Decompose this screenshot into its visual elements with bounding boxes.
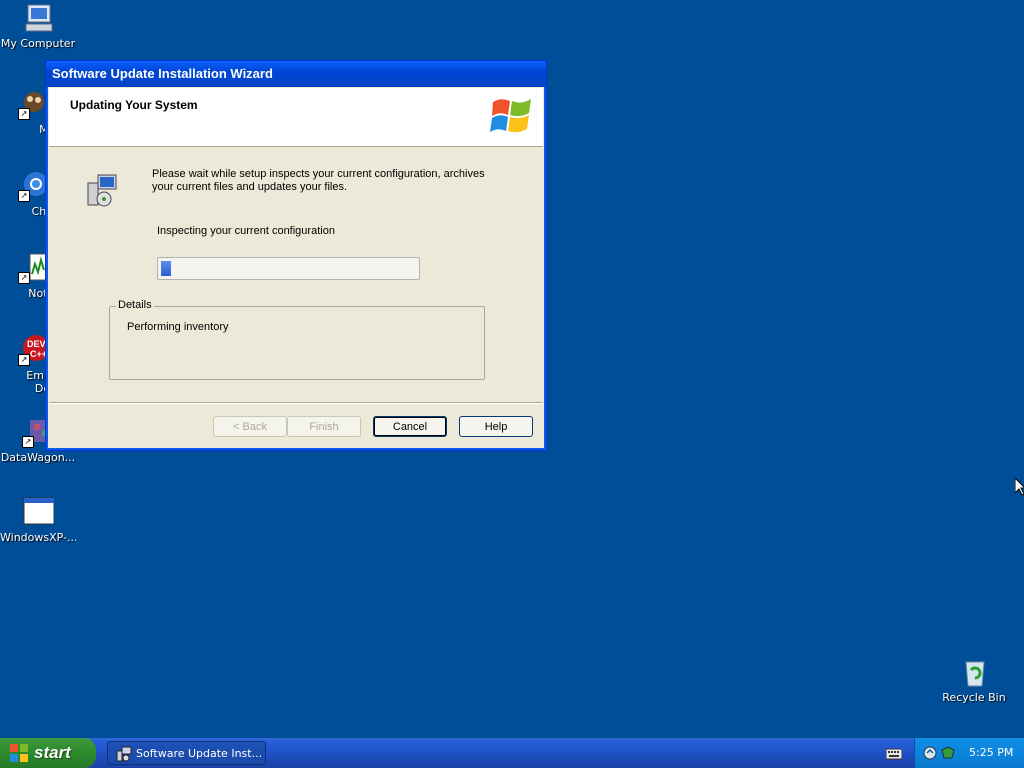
taskbar-item-wizard[interactable]: Software Update Inst... (107, 741, 266, 765)
system-tray: 5:25 PM (914, 738, 1024, 768)
finish-button[interactable]: Finish (287, 416, 361, 437)
desktop-icon-label: DataWagon... (0, 451, 76, 464)
mouse-cursor-icon (1015, 478, 1024, 496)
setup-computer-icon (116, 746, 132, 762)
desktop-icon-label: My Computer (0, 37, 76, 50)
windows-flag-icon (10, 744, 28, 762)
recycle-bin-icon (958, 656, 990, 688)
my-computer-icon (22, 2, 54, 34)
shortcut-arrow-icon: ↗ (18, 108, 30, 120)
wizard-message: Please wait while setup inspects your cu… (152, 168, 485, 193)
shortcut-arrow-icon: ↗ (18, 354, 30, 366)
progress-fill (161, 261, 171, 276)
progress-bar (157, 257, 420, 280)
network-icon[interactable] (923, 746, 937, 760)
start-label: start (34, 743, 71, 762)
details-text: Performing inventory (127, 321, 229, 333)
security-icon[interactable] (941, 746, 955, 760)
desktop-icon-label: WindowsXP-... (0, 531, 76, 544)
wizard-body: Please wait while setup inspects your cu… (49, 147, 543, 401)
clock[interactable]: 5:25 PM (969, 738, 1013, 768)
help-button[interactable]: Help (459, 416, 533, 437)
start-button[interactable]: start (0, 738, 96, 768)
windows-logo-icon (490, 99, 531, 133)
wizard-header: Updating Your System (49, 88, 543, 147)
shortcut-arrow-icon: ↗ (18, 190, 30, 202)
desktop-icon-label: Recycle Bin (942, 691, 1006, 704)
status-text: Inspecting your current configuration (157, 225, 335, 237)
taskbar: start Software Update Inst... 5:25 PM (0, 738, 1024, 768)
header-title: Updating Your System (70, 98, 198, 112)
desktop-icon-my-computer[interactable]: My Computer (0, 2, 76, 50)
desktop-icon-windowsxp[interactable]: WindowsXP-... (0, 496, 76, 544)
keyboard-icon[interactable] (886, 746, 902, 760)
window-app-icon (22, 496, 55, 528)
window-title[interactable]: Software Update Installation Wizard (46, 61, 546, 87)
details-groupbox: Details Performing inventory (109, 299, 485, 380)
taskbar-item-label: Software Update Inst... (136, 747, 263, 760)
setup-computer-icon (87, 174, 117, 207)
shortcut-arrow-icon: ↗ (22, 436, 34, 448)
svg-text:DEV: DEV (27, 339, 46, 349)
wizard-window: Software Update Installation Wizard Upda… (45, 60, 547, 451)
button-separator (49, 402, 543, 404)
back-button[interactable]: < Back (213, 416, 287, 437)
desktop-icon-recycle-bin[interactable]: Recycle Bin (936, 656, 1012, 704)
shortcut-arrow-icon: ↗ (18, 272, 30, 284)
cancel-button[interactable]: Cancel (373, 416, 447, 437)
details-label: Details (116, 299, 154, 311)
